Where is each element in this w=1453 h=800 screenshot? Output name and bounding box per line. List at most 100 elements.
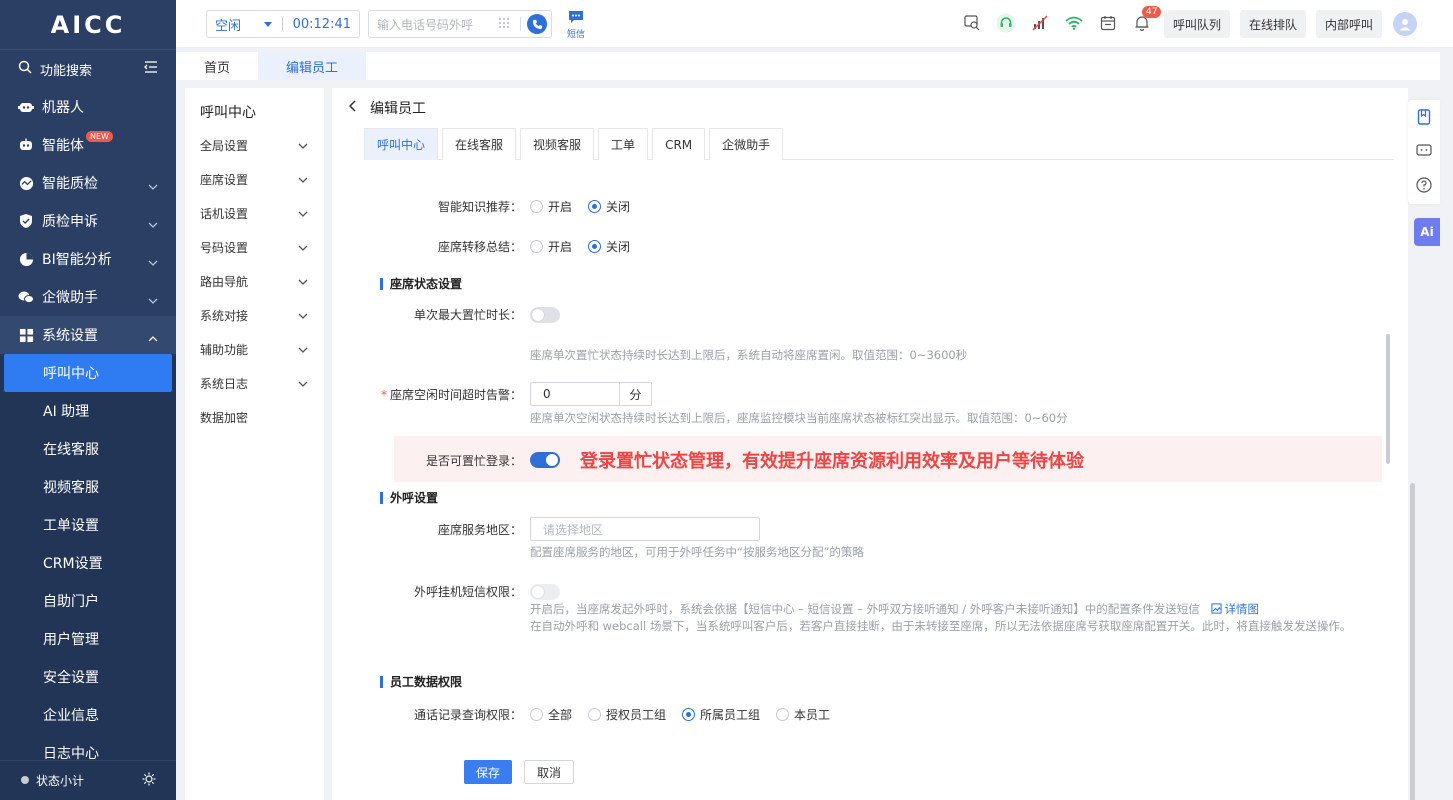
submenu-item-5[interactable]: 系统对接	[185, 298, 324, 332]
search-chat-icon[interactable]	[962, 13, 982, 33]
sidebar-item-6[interactable]: 系统设置	[0, 316, 176, 354]
submenu-item-8[interactable]: 数据加密	[185, 400, 324, 434]
inner-scrollbar[interactable]	[1386, 334, 1390, 464]
callrecord-radio-1[interactable]: 授权员工组	[588, 706, 666, 723]
chevron-down-icon	[298, 342, 308, 356]
callrecord-radio-2[interactable]: 所属员工组	[682, 706, 760, 723]
detail-image-link[interactable]: 详情图	[1203, 602, 1259, 616]
sidebar-subitem-8[interactable]: 安全设置	[0, 658, 176, 696]
max-busy-toggle[interactable]	[530, 306, 560, 323]
bookmark-icon[interactable]	[1408, 100, 1440, 134]
collapse-menu-icon[interactable]	[144, 61, 158, 77]
idle-alarm-unit: 分	[620, 382, 652, 406]
call-button[interactable]	[527, 14, 547, 34]
chevron-down-icon	[298, 274, 308, 288]
phone-number-input[interactable]: 输入电话号码外呼	[368, 10, 552, 38]
busy-login-toggle[interactable]	[530, 452, 560, 468]
callrecord-radio-0[interactable]: 全部	[530, 706, 572, 723]
outer-scrollbar[interactable]	[1410, 483, 1415, 800]
content-tab-3[interactable]: 工单	[598, 128, 649, 160]
sidebar-subitem-5[interactable]: CRM设置	[0, 544, 176, 582]
sidebar-item-5[interactable]: 企微助手	[0, 278, 176, 316]
back-arrow-icon[interactable]	[348, 100, 358, 116]
headset-icon[interactable]	[996, 13, 1016, 33]
submenu-item-6[interactable]: 辅助功能	[185, 332, 324, 366]
sidebar-subitem-7[interactable]: 用户管理	[0, 620, 176, 658]
top-button-0[interactable]: 呼叫队列	[1164, 10, 1231, 38]
service-region-select[interactable]: 请选择地区	[530, 517, 760, 541]
form-scroll-area[interactable]: 智能知识推荐： 开启 关闭 座席转移总结： 开启 关闭 座席状态设置 单次最大置忙时…	[332, 174, 1390, 744]
radio-label: 开启	[548, 240, 573, 254]
page-tab-edit-employee[interactable]: 编辑员工	[258, 52, 367, 80]
content-tab-4[interactable]: CRM	[652, 128, 706, 160]
save-button[interactable]: 保存	[464, 760, 513, 784]
dialpad-icon[interactable]	[498, 17, 512, 32]
radio-label: 关闭	[606, 200, 631, 214]
submenu-item-2[interactable]: 话机设置	[185, 196, 324, 230]
submenu-item-3[interactable]: 号码设置	[185, 230, 324, 264]
sidebar-item-0[interactable]: 机器人	[0, 88, 176, 126]
sidebar-item-1[interactable]: 智能体 NEW	[0, 126, 176, 164]
top-button-2[interactable]: 内部呼叫	[1316, 10, 1383, 38]
transfer-radio-1[interactable]: 关闭	[588, 238, 630, 255]
bell-icon[interactable]: 47	[1132, 6, 1162, 33]
content-tab-0[interactable]: 呼叫中心	[364, 128, 439, 160]
top-button-1[interactable]: 在线排队	[1240, 10, 1307, 38]
top-bar: 空闲 00:12:41 输入电话号码外呼 短信 47 呼叫队列 在线排队 内部呼叫	[176, 0, 1453, 48]
hangup-sms-toggle[interactable]	[530, 583, 560, 600]
user-avatar[interactable]	[1393, 12, 1417, 36]
sidebar-subitem-0[interactable]: 呼叫中心	[4, 354, 172, 392]
content-tab-5[interactable]: 企微助手	[709, 128, 784, 160]
sidebar-item-2[interactable]: 智能质检	[0, 164, 176, 202]
cancel-button[interactable]: 取消	[524, 760, 575, 784]
sidebar-item-label: 系统设置	[42, 328, 98, 344]
sidebar-subitem-2[interactable]: 在线客服	[0, 430, 176, 468]
transfer-radio-0[interactable]: 开启	[530, 238, 572, 255]
function-search[interactable]: 功能搜索	[0, 50, 176, 88]
sidebar-item-3[interactable]: 质检申诉	[0, 202, 176, 240]
sidebar-subitem-1[interactable]: AI 助理	[0, 392, 176, 430]
radio-circle	[530, 200, 543, 213]
submenu-item-7[interactable]: 系统日志	[185, 366, 324, 400]
help-icon[interactable]	[1408, 168, 1440, 202]
radio-circle	[530, 240, 543, 253]
hangup-sms-hint: 开启后，当座席发起外呼时，系统会依据【短信中心 – 短信设置 – 外呼双方接听通…	[530, 601, 1370, 635]
sidebar-subitem-9[interactable]: 企业信息	[0, 696, 176, 734]
sidebar-subitem-4[interactable]: 工单设置	[0, 506, 176, 544]
status-summary-bar[interactable]: 状态小计	[0, 760, 176, 800]
submenu-title: 呼叫中心	[200, 105, 256, 121]
function-search-label: 功能搜索	[40, 63, 93, 79]
callrecord-radio-3[interactable]: 本员工	[776, 706, 830, 723]
message-icon[interactable]	[1408, 134, 1440, 168]
sms-button[interactable]: 短信	[564, 10, 588, 40]
signal-off-icon[interactable]	[1030, 13, 1050, 33]
radio-label: 关闭	[606, 240, 631, 254]
status-summary-label: 状态小计	[36, 774, 85, 788]
status-timer: 00:12:41	[292, 16, 351, 32]
sidebar-subitem-6[interactable]: 自助门户	[0, 582, 176, 620]
submenu-item-1[interactable]: 座席设置	[185, 162, 324, 196]
agent-status-select[interactable]: 空闲 00:12:41	[206, 10, 360, 38]
sun-icon[interactable]	[142, 772, 156, 789]
sidebar-item-4[interactable]: BI智能分析	[0, 240, 176, 278]
wifi-icon[interactable]	[1064, 13, 1084, 33]
idle-alarm-input[interactable]: 0	[530, 382, 620, 406]
submenu-item-0[interactable]: 全局设置	[185, 128, 324, 162]
chevron-down-icon	[298, 376, 308, 390]
content-tab-2[interactable]: 视频客服	[520, 128, 595, 160]
service-region-row: 座席服务地区： 请选择地区	[332, 517, 1372, 541]
app-logo: AICC	[0, 0, 176, 50]
page-tab-home[interactable]: 首页	[176, 52, 258, 80]
busy-login-row: 是否可置忙登录： 登录置忙状态管理，有效提升座席资源利用效率及用户等待体验	[332, 447, 1372, 473]
ai-assistant-button[interactable]: Ai	[1414, 218, 1440, 246]
knowledge-radio-0[interactable]: 开启	[530, 198, 572, 215]
chevron-down-icon	[298, 240, 308, 254]
agent-icon	[18, 137, 34, 153]
knowledge-radio-1[interactable]: 关闭	[588, 198, 630, 215]
sidebar-subitem-3[interactable]: 视频客服	[0, 468, 176, 506]
content-tab-1[interactable]: 在线客服	[442, 128, 517, 160]
search-icon	[18, 60, 32, 78]
submenu-item-4[interactable]: 路由导航	[185, 264, 324, 298]
calendar-icon[interactable]	[1098, 13, 1118, 33]
chat-icon	[18, 289, 34, 305]
